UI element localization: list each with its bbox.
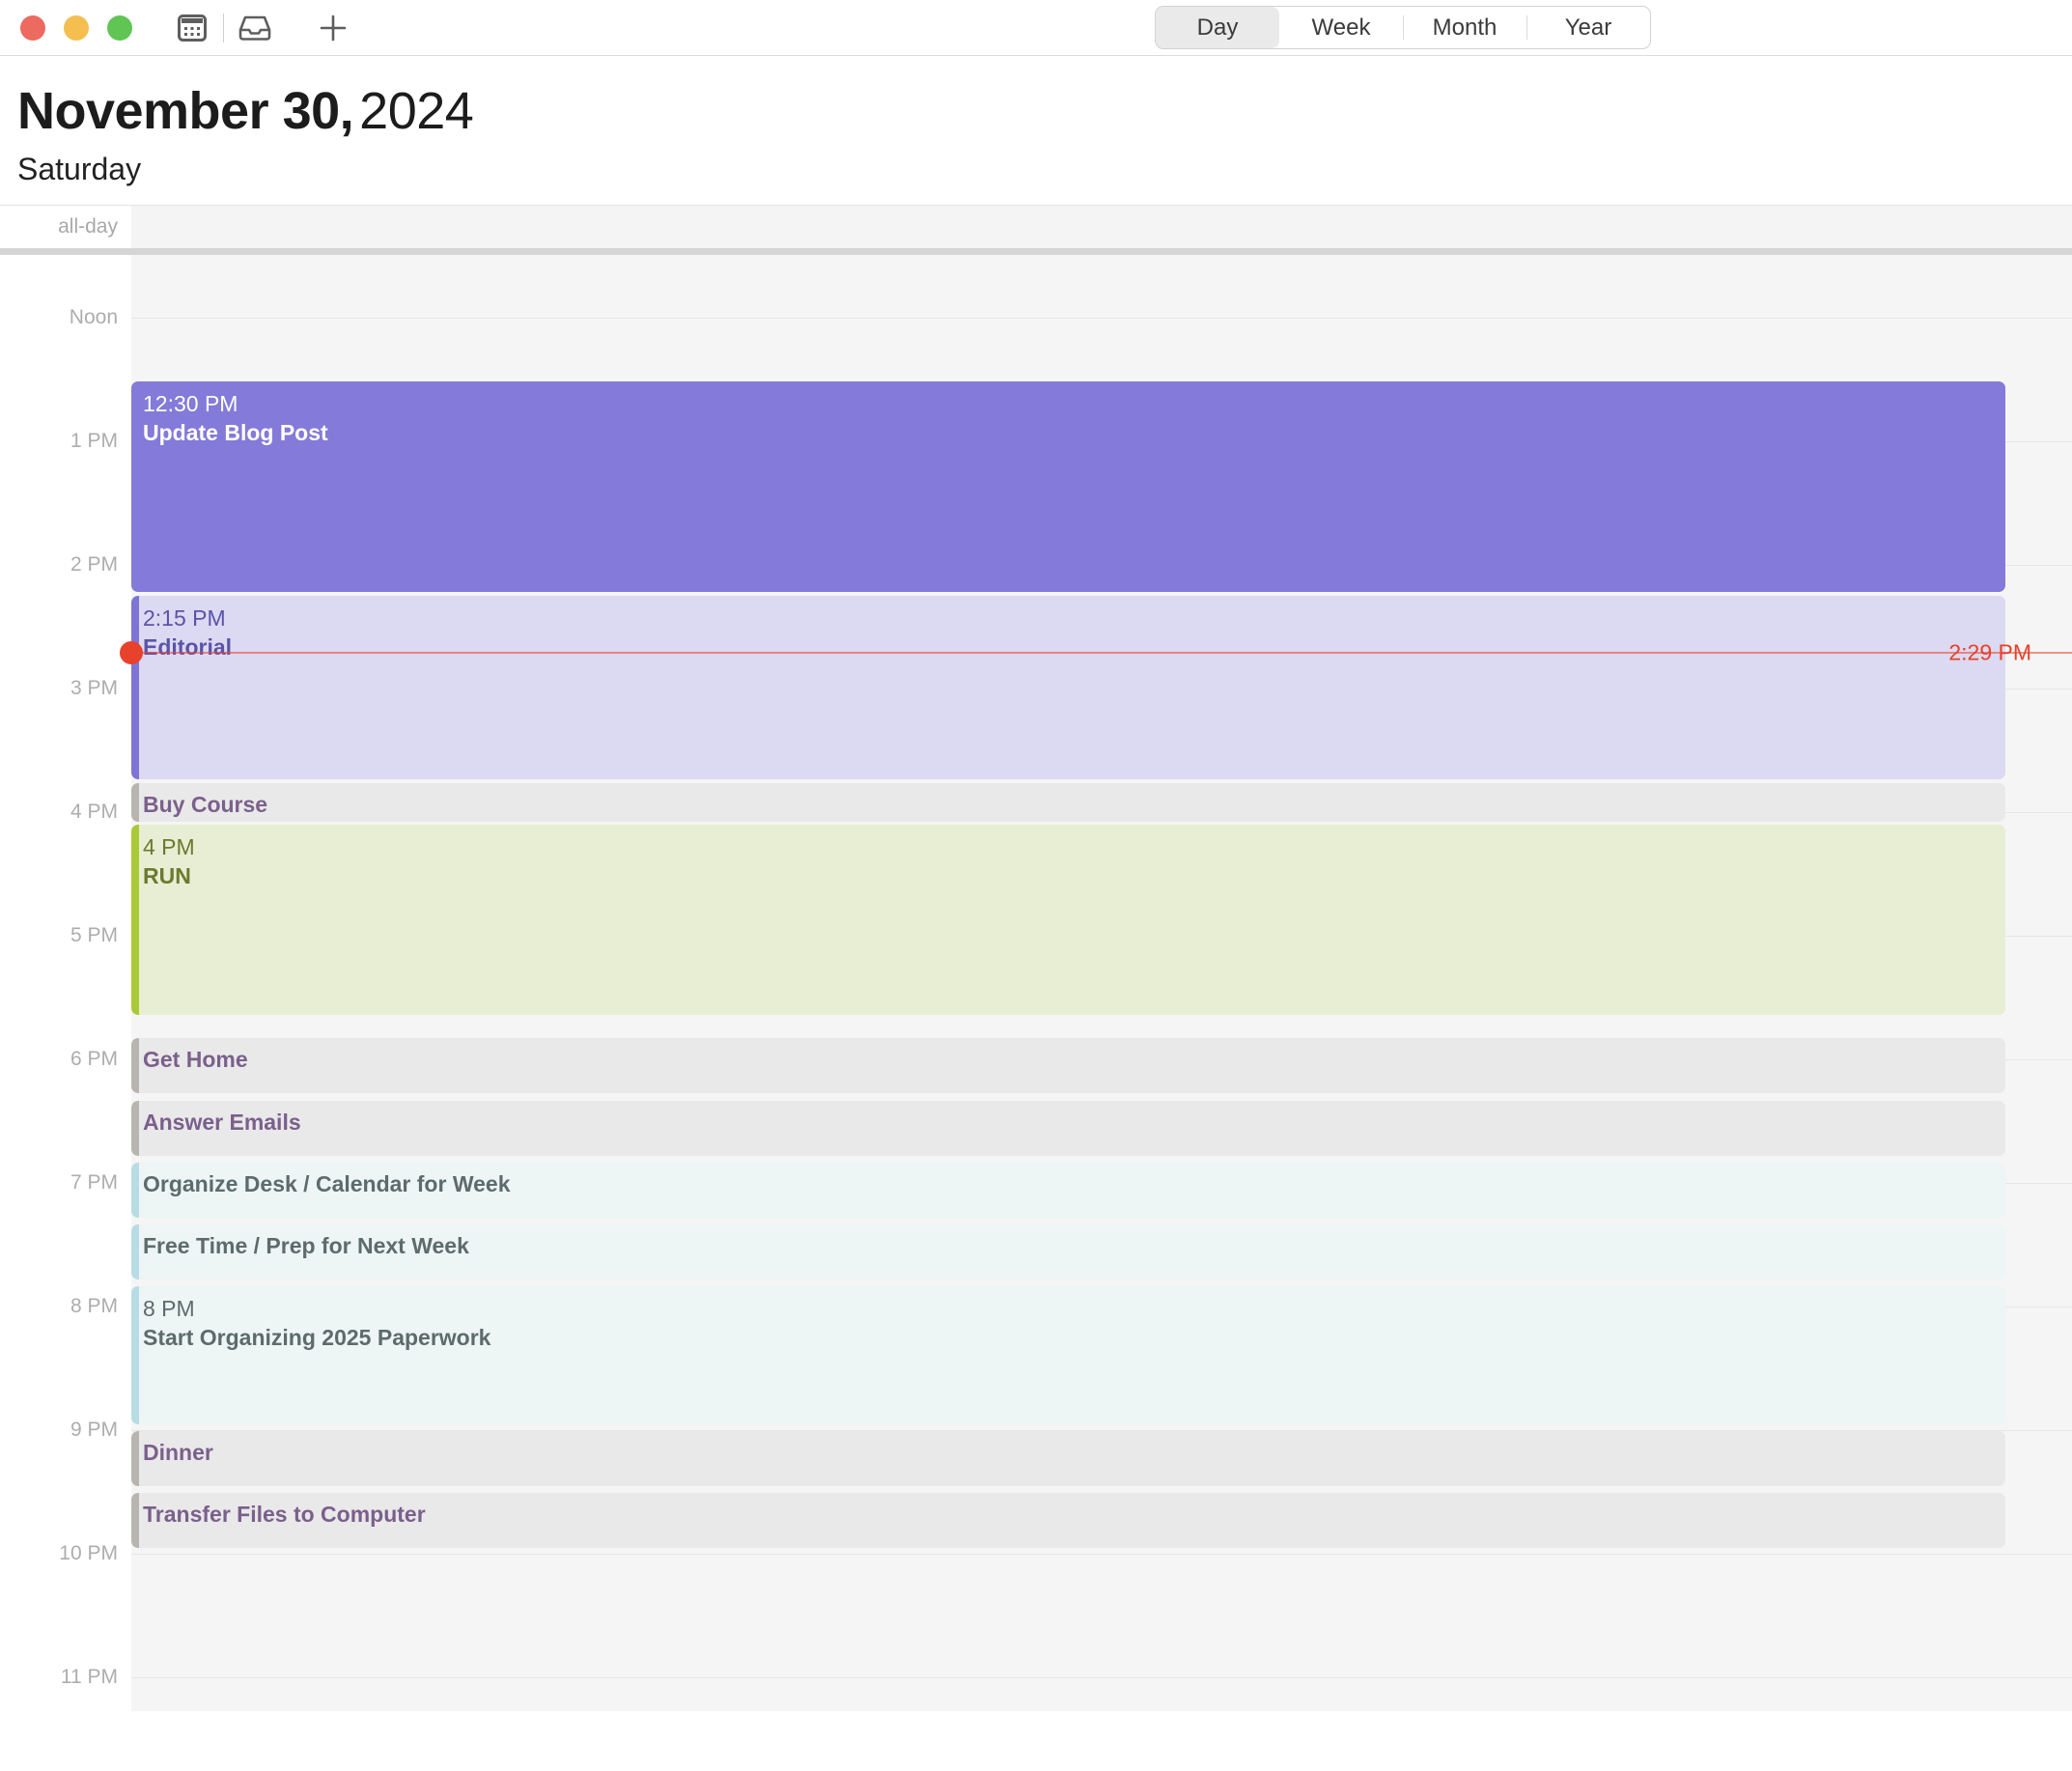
- event-title: Answer Emails: [143, 1110, 301, 1135]
- calendar-event[interactable]: Buy Course: [131, 783, 2005, 822]
- calendar-event[interactable]: Dinner: [131, 1431, 2005, 1486]
- event-title: Get Home: [143, 1047, 248, 1072]
- calendar-event[interactable]: 2:15 PM Editorial: [131, 596, 2005, 779]
- event-title: RUN: [143, 863, 191, 888]
- hour-label: 7 PM: [70, 1171, 118, 1194]
- calendar-icon[interactable]: [167, 9, 217, 47]
- day-time-grid[interactable]: Noon 1 PM 2 PM 3 PM 4 PM 5 PM 6 PM 7 PM 8 PM 9 PM…: [0, 255, 2072, 1711]
- minimize-window-button[interactable]: [64, 14, 89, 41]
- event-title: Dinner: [143, 1440, 213, 1465]
- hour-label: 2 PM: [70, 553, 118, 576]
- all-day-label: all-day: [58, 215, 118, 238]
- calendar-event[interactable]: 12:30 PM Update Blog Post: [131, 381, 2005, 592]
- hour-gridline: [131, 318, 2072, 319]
- header-year: 2024: [359, 82, 474, 140]
- calendar-event[interactable]: Answer Emails: [131, 1101, 2005, 1156]
- hour-gridline: [131, 1677, 2072, 1678]
- current-time-line: [131, 652, 2072, 654]
- event-time: 2:15 PM: [143, 605, 226, 631]
- hour-label: 5 PM: [70, 924, 118, 946]
- calendar-event[interactable]: 4 PM RUN: [131, 825, 2005, 1015]
- event-time: 8 PM: [143, 1296, 195, 1321]
- current-time-dot: [120, 641, 143, 664]
- hour-label: 11 PM: [60, 1666, 118, 1688]
- event-title: Transfer Files to Computer: [143, 1502, 426, 1527]
- event-title: Buy Course: [143, 792, 268, 817]
- toolbar-divider: [223, 13, 224, 42]
- date-header: November 30, 2024 Saturday: [0, 56, 2072, 191]
- hour-label: 3 PM: [70, 677, 118, 699]
- all-day-row[interactable]: all-day: [0, 205, 2072, 248]
- hour-label: 8 PM: [70, 1295, 118, 1317]
- event-accent-bar: [131, 596, 139, 779]
- view-tab-month[interactable]: Month: [1403, 7, 1526, 48]
- hour-label: 9 PM: [70, 1419, 118, 1441]
- calendar-event[interactable]: 8 PM Start Organizing 2025 Paperwork: [131, 1286, 2005, 1424]
- close-window-button[interactable]: [20, 14, 45, 41]
- hour-label: 1 PM: [70, 430, 118, 452]
- event-accent-bar: [131, 1163, 139, 1218]
- window-controls: [20, 14, 132, 41]
- event-accent-bar: [131, 1493, 139, 1548]
- event-accent-bar: [131, 1101, 139, 1156]
- hour-label: 4 PM: [70, 801, 118, 823]
- event-accent-bar: [131, 1224, 139, 1279]
- all-day-gutter: all-day: [0, 206, 131, 248]
- page-title: November 30, 2024: [17, 81, 2072, 141]
- all-day-divider: [0, 248, 2072, 255]
- event-title: Update Blog Post: [143, 420, 328, 445]
- calendar-event[interactable]: Get Home: [131, 1038, 2005, 1093]
- hour-label: Noon: [69, 306, 118, 328]
- time-gutter: Noon 1 PM 2 PM 3 PM 4 PM 5 PM 6 PM 7 PM 8 PM 9 PM…: [0, 255, 131, 1711]
- inbox-icon[interactable]: [230, 9, 280, 47]
- header-weekday: Saturday: [17, 152, 142, 186]
- event-accent-bar: [131, 825, 139, 1015]
- event-time: 12:30 PM: [143, 391, 238, 416]
- view-mode-segmented-control[interactable]: Day Week Month Year: [1155, 6, 1651, 49]
- event-title: Start Organizing 2025 Paperwork: [143, 1325, 491, 1350]
- event-title: Organize Desk / Calendar for Week: [143, 1171, 511, 1196]
- event-accent-bar: [131, 1431, 139, 1486]
- view-tab-year[interactable]: Year: [1526, 7, 1650, 48]
- toolbar: [167, 9, 361, 47]
- calendar-event[interactable]: Organize Desk / Calendar for Week: [131, 1163, 2005, 1218]
- event-accent-bar: [131, 783, 139, 822]
- add-event-icon[interactable]: [305, 9, 361, 47]
- all-day-drop-area[interactable]: [131, 206, 2072, 248]
- event-title: Free Time / Prep for Next Week: [143, 1233, 469, 1258]
- hour-gridline: [131, 1554, 2072, 1555]
- view-tab-day[interactable]: Day: [1156, 7, 1279, 48]
- maximize-window-button[interactable]: [107, 14, 132, 41]
- hour-label: 6 PM: [70, 1048, 118, 1070]
- calendar-event[interactable]: Transfer Files to Computer: [131, 1493, 2005, 1548]
- window-titlebar: Day Week Month Year: [0, 0, 2072, 56]
- event-title: Editorial: [143, 634, 233, 660]
- header-month-day: November 30,: [17, 82, 354, 140]
- event-accent-bar: [131, 1038, 139, 1093]
- hour-label: 10 PM: [59, 1542, 118, 1564]
- view-tab-week[interactable]: Week: [1279, 7, 1403, 48]
- current-time-label: 2:29 PM: [1948, 639, 2031, 665]
- event-time: 4 PM: [143, 834, 195, 859]
- event-accent-bar: [131, 1286, 139, 1424]
- calendar-event[interactable]: Free Time / Prep for Next Week: [131, 1224, 2005, 1279]
